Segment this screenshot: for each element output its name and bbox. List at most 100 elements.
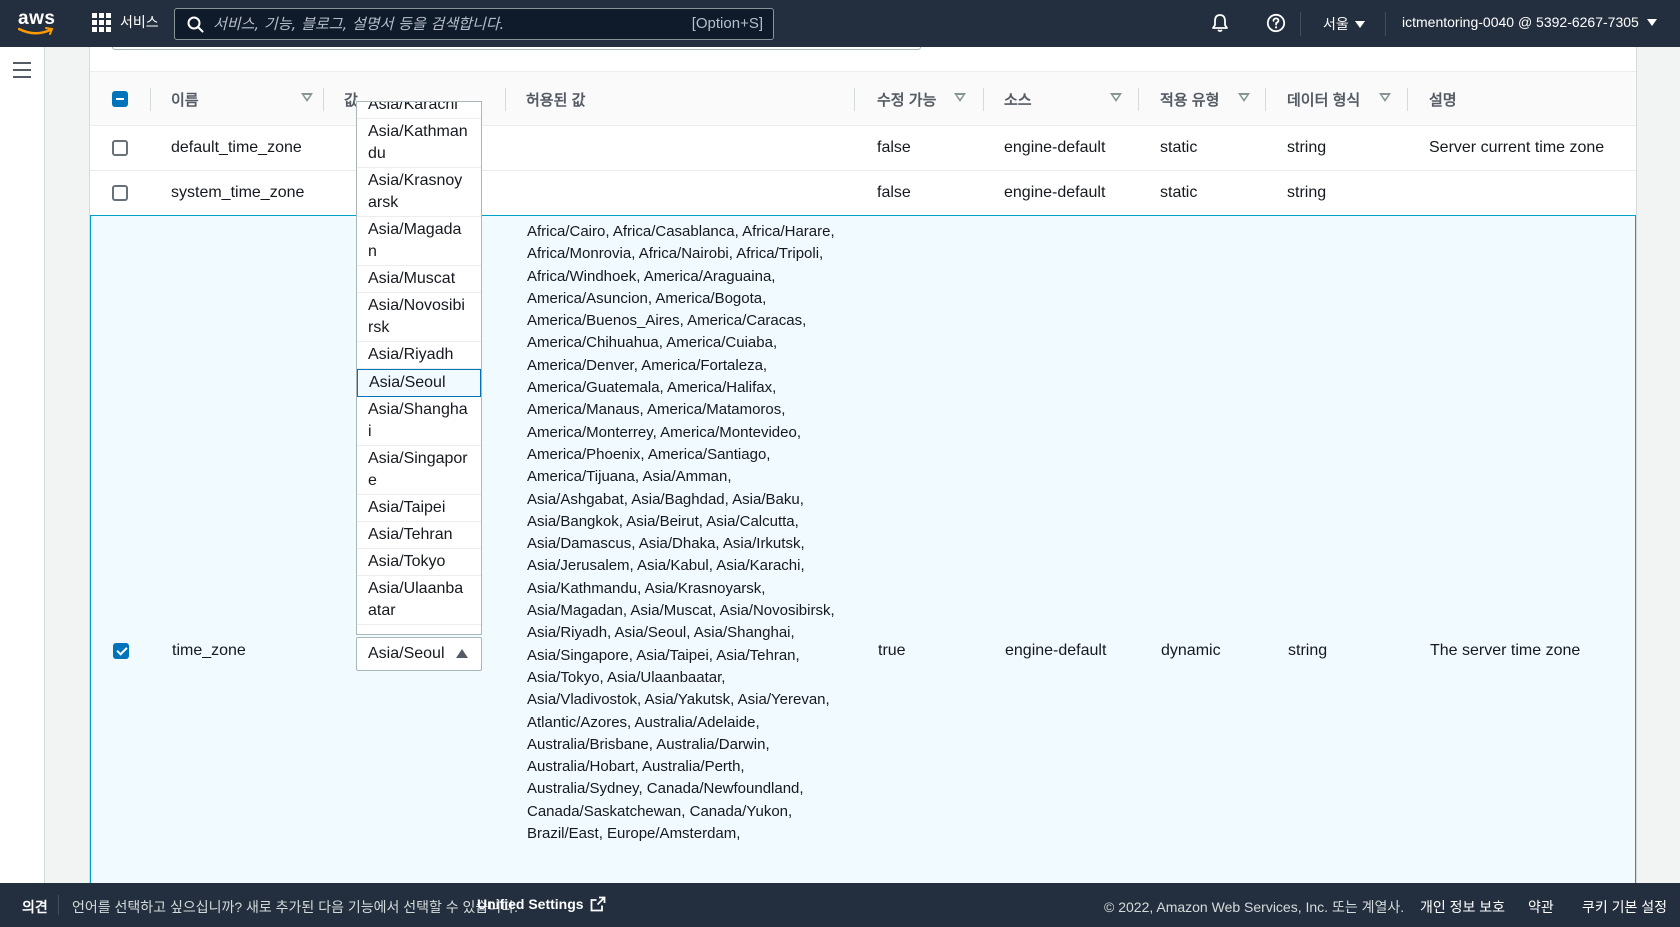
aws-smile-icon [18, 27, 54, 35]
nav-divider [1300, 12, 1301, 36]
services-label: 서비스 [120, 14, 159, 30]
dropdown-option[interactable]: Asia/Novosibirsk [357, 293, 481, 342]
feedback-link[interactable]: 의견 [22, 897, 48, 917]
notifications-bell-icon[interactable] [1210, 13, 1230, 33]
side-navigation-rail [0, 47, 45, 883]
caret-down-icon [1646, 18, 1657, 26]
allowed-values-text: Africa/Cairo, Africa/Casablanca, Africa/… [527, 223, 835, 843]
parameter-name: system_time_zone [171, 184, 305, 201]
dropdown-option[interactable]: Asia/Tehran [357, 522, 481, 549]
search-input[interactable] [213, 13, 653, 35]
column-divider [854, 88, 855, 111]
search-box[interactable]: [Option+S] [174, 8, 774, 40]
source-value: engine-default [1004, 184, 1106, 201]
privacy-link[interactable]: 개인 정보 보호 [1420, 897, 1505, 917]
column-divider [1407, 88, 1408, 111]
top-navigation: aws 서비스 [Option+S] 서울 ictmentoring-0040 … [0, 0, 1680, 47]
timezone-dropdown-list[interactable]: Asia/Karachi Asia/Kathmandu Asia/Krasnoyar… [356, 101, 482, 635]
column-divider [1265, 88, 1266, 111]
dropdown-option[interactable]: Asia/Muscat [357, 266, 481, 293]
sort-icon [301, 93, 313, 102]
cookie-preferences-link[interactable]: 쿠키 기본 설정 [1582, 897, 1667, 917]
region-label: 서울 [1323, 16, 1349, 32]
parameters-table-panel: 이름 값 허용된 값 수정 가능 소스 적용 유형 데이터 형식 설명 defa… [89, 41, 1637, 895]
dropdown-option[interactable]: Asia/Tokyo [357, 549, 481, 576]
dropdown-option[interactable]: Asia/Seoul [357, 369, 481, 397]
sort-icon [1110, 93, 1122, 102]
region-selector[interactable]: 서울 [1323, 14, 1365, 34]
dropdown-option[interactable]: Asia/Taipei [357, 495, 481, 522]
copyright-text: © 2022, Amazon Web Services, Inc. 또는 계열사… [1104, 899, 1405, 915]
column-header-name[interactable]: 이름 [171, 72, 313, 127]
footer: 의견 언어를 선택하고 싶으십니까? 새로 추가된 다음 기능에서 선택할 수 … [0, 883, 1680, 927]
search-shortcut-hint: [Option+S] [691, 15, 763, 32]
unified-settings-label: Unified Settings [477, 896, 584, 912]
dropdown-option[interactable]: Asia/Karachi [357, 102, 481, 119]
timezone-select[interactable]: Asia/Seoul [356, 637, 482, 671]
column-header-label: 설명 [1429, 92, 1457, 109]
column-header-allowed-values[interactable]: 허용된 값 [526, 72, 776, 127]
apply-type-value: static [1160, 139, 1198, 156]
apply-type-value: static [1160, 184, 1198, 201]
data-type-value: string [1287, 184, 1327, 201]
source-value: engine-default [1005, 642, 1107, 659]
unified-settings-link[interactable]: Unified Settings [477, 896, 606, 912]
data-type-value: string [1288, 642, 1328, 659]
column-header-modifiable[interactable]: 수정 가능 [877, 72, 967, 127]
dropdown-option[interactable]: Asia/Shanghai [357, 397, 481, 446]
caret-down-icon [1354, 20, 1365, 28]
column-divider [983, 88, 984, 111]
column-header-label: 소스 [1004, 92, 1032, 109]
select-all-checkbox[interactable] [112, 91, 128, 107]
parameter-name: default_time_zone [171, 139, 302, 156]
external-link-icon [590, 896, 605, 912]
aws-logo[interactable]: aws [18, 8, 56, 38]
caret-up-icon [456, 649, 468, 658]
language-message: 언어를 선택하고 싶으십니까? 새로 추가된 다음 기능에서 선택할 수 있습니… [72, 899, 518, 915]
parameter-name: time_zone [172, 642, 246, 659]
footer-divider [58, 895, 59, 915]
dropdown-option[interactable]: Asia/Ulaanbaatar [357, 576, 481, 625]
apply-type-value: dynamic [1161, 642, 1221, 659]
column-header-label: 허용된 값 [526, 92, 586, 109]
sort-icon [1238, 93, 1250, 102]
nav-divider [1385, 12, 1386, 36]
column-header-source[interactable]: 소스 [1004, 72, 1124, 127]
account-label: ictmentoring-0040 @ 5392-6267-7305 [1402, 14, 1639, 30]
column-header-apply-type[interactable]: 적용 유형 [1160, 72, 1260, 127]
column-divider [505, 88, 506, 111]
dropdown-option[interactable]: Asia/Riyadh [357, 342, 481, 369]
sort-icon [1379, 93, 1391, 102]
dropdown-option[interactable]: Asia/Magadan [357, 217, 481, 266]
description-value: The server time zone [1430, 642, 1581, 659]
column-divider [150, 88, 151, 111]
table-header-row: 이름 값 허용된 값 수정 가능 소스 적용 유형 데이터 형식 설명 [90, 71, 1636, 126]
dropdown-option[interactable]: Asia/Kathmandu [357, 119, 481, 168]
column-header-label: 적용 유형 [1160, 92, 1220, 109]
column-header-label: 이름 [171, 92, 199, 109]
menu-icon[interactable] [13, 62, 31, 83]
column-header-data-type[interactable]: 데이터 형식 [1287, 72, 1407, 127]
terms-link[interactable]: 약관 [1528, 897, 1554, 917]
table-row[interactable]: default_time_zone false engine-default s… [90, 126, 1636, 171]
row-checkbox[interactable] [113, 643, 129, 659]
search-icon [187, 16, 204, 33]
aws-logo-text: aws [18, 8, 56, 29]
column-header-description[interactable]: 설명 [1429, 72, 1529, 127]
dropdown-option[interactable]: Asia/Singapore [357, 446, 481, 495]
help-icon[interactable] [1266, 13, 1286, 33]
row-checkbox[interactable] [112, 140, 128, 156]
table-row-selected[interactable]: time_zone Africa/Cairo, Africa/Casablanc… [90, 215, 1636, 895]
table-row[interactable]: system_time_zone false engine-default st… [90, 171, 1636, 216]
column-divider [323, 88, 324, 111]
row-checkbox[interactable] [112, 185, 128, 201]
description-value: Server current time zone [1429, 139, 1605, 156]
services-menu-button[interactable]: 서비스 [92, 12, 159, 32]
source-value: engine-default [1004, 139, 1106, 156]
timezone-select-value: Asia/Seoul [368, 645, 445, 662]
dropdown-option[interactable]: Asia/Krasnoyarsk [357, 168, 481, 217]
column-header-label: 수정 가능 [877, 92, 937, 109]
account-menu[interactable]: ictmentoring-0040 @ 5392-6267-7305 [1402, 14, 1657, 30]
column-divider [1138, 88, 1139, 111]
sort-icon [954, 93, 966, 102]
